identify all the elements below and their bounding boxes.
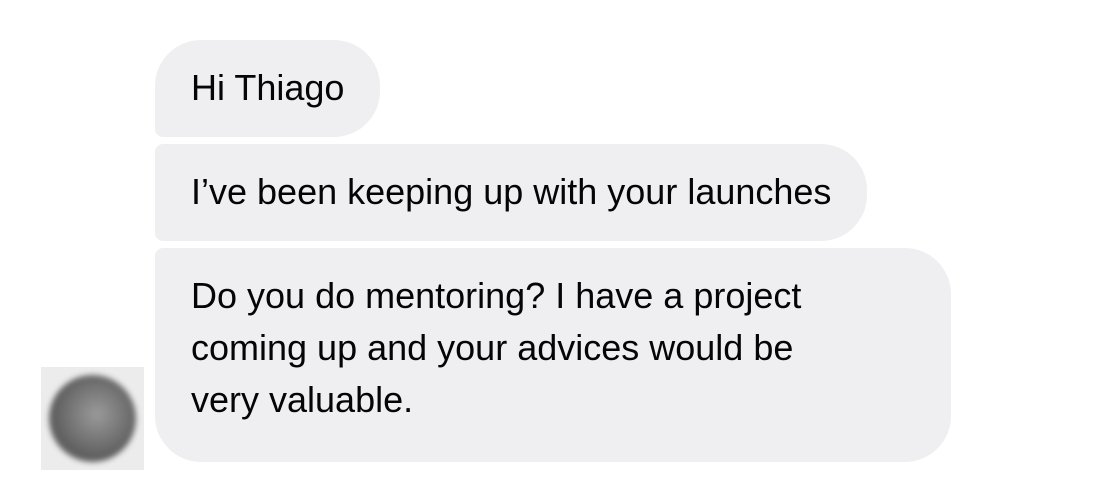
message-text: Hi Thiago [191, 67, 345, 108]
avatar-icon [49, 375, 136, 462]
message-text-line: very valuable. [191, 379, 414, 420]
message-text-line: Do you do mentoring? I have a project [191, 275, 802, 316]
message-text-line: coming up and your advices would be [191, 327, 794, 368]
message-bubble[interactable]: Hi Thiago [155, 40, 381, 137]
message-thread: Hi Thiago I’ve been keeping up with your… [0, 0, 1110, 504]
message-bubble[interactable]: I’ve been keeping up with your launches [155, 144, 868, 241]
message-bubble[interactable]: Do you do mentoring? I have a project co… [155, 248, 951, 462]
sender-avatar[interactable] [41, 367, 144, 470]
message-text: I’ve been keeping up with your launches [191, 171, 832, 212]
